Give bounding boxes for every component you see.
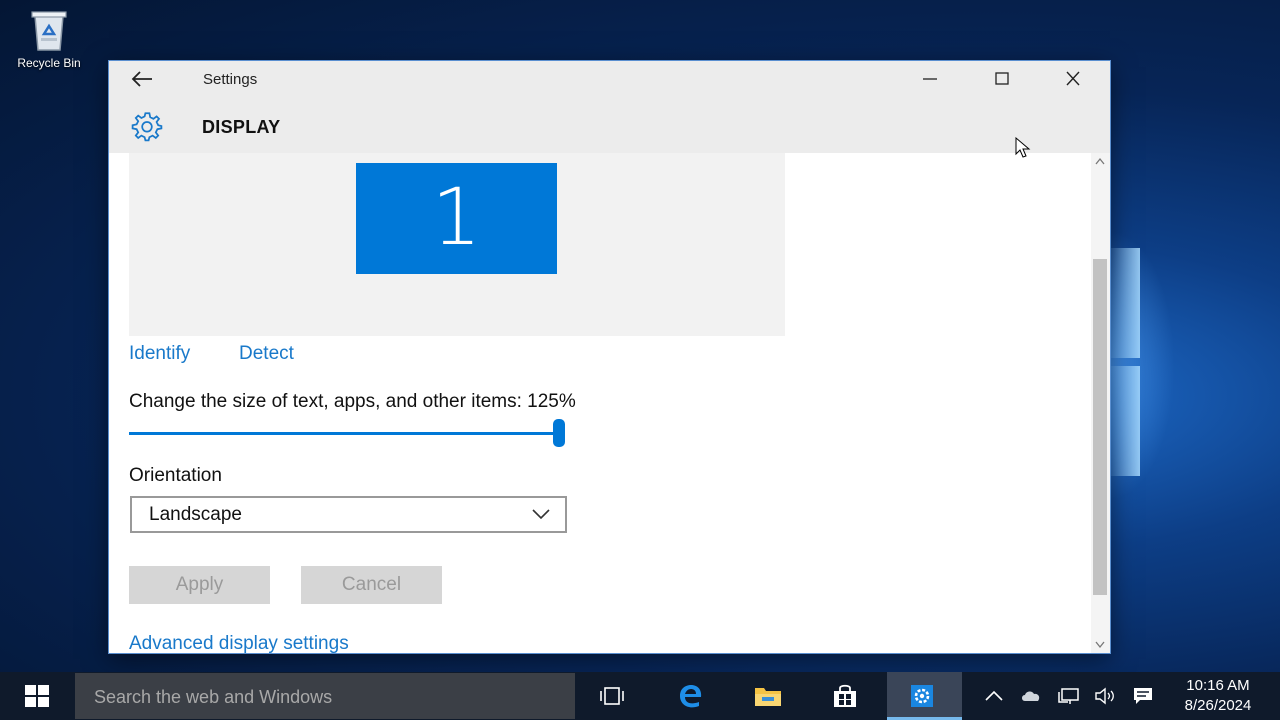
cancel-button[interactable]: Cancel	[301, 566, 442, 604]
window-title: Settings	[203, 71, 258, 88]
settings-window: Settings DISPLAY 1 Identify Detect Chang…	[109, 61, 1110, 653]
gear-icon	[127, 110, 167, 142]
apply-button[interactable]: Apply	[129, 566, 270, 604]
task-view-button[interactable]	[577, 672, 647, 720]
orientation-label: Orientation	[129, 465, 222, 486]
edge-button[interactable]	[656, 672, 726, 720]
clock-date: 8/26/2024	[1184, 697, 1252, 714]
show-hidden-icons-button[interactable]	[983, 672, 1007, 720]
network-button[interactable]	[1058, 672, 1084, 720]
close-icon	[1066, 71, 1080, 86]
store-icon	[834, 684, 856, 707]
scroll-up-icon[interactable]	[1094, 156, 1106, 166]
task-view-icon	[600, 687, 624, 705]
scale-label: Change the size of text, apps, and other…	[129, 391, 576, 412]
monitor-arrangement-area: 1	[129, 153, 785, 336]
chevron-down-icon	[532, 509, 550, 520]
page-header: DISPLAY	[109, 97, 1110, 153]
wallpaper-beam-bottom	[1110, 366, 1140, 476]
maximize-icon	[995, 72, 1009, 85]
action-center-icon	[1134, 688, 1152, 704]
close-button[interactable]	[1050, 61, 1096, 97]
back-arrow-icon	[131, 71, 152, 87]
edge-icon	[680, 685, 702, 708]
recycle-bin-icon	[27, 6, 71, 52]
page-title: DISPLAY	[202, 117, 281, 137]
search-box[interactable]: Search the web and Windows	[75, 673, 575, 719]
store-button[interactable]	[810, 672, 880, 720]
scrollbar-thumb[interactable]	[1093, 259, 1107, 595]
clock-time: 10:16 AM	[1186, 677, 1250, 694]
start-button[interactable]	[0, 672, 74, 720]
taskbar: Search the web and Windows 10:16 AM 8/26…	[0, 672, 1280, 720]
back-button[interactable]	[131, 67, 159, 91]
network-icon	[1058, 688, 1079, 704]
maximize-button[interactable]	[979, 61, 1025, 97]
minimize-icon	[923, 78, 937, 80]
detect-link[interactable]: Detect	[239, 343, 294, 365]
recycle-bin-shortcut[interactable]: Recycle Bin	[8, 6, 90, 70]
monitor-tile[interactable]: 1	[356, 163, 557, 274]
scale-slider-track[interactable]	[129, 432, 560, 435]
scale-slider-thumb[interactable]	[553, 419, 565, 447]
orientation-value: Landscape	[149, 504, 242, 525]
search-placeholder: Search the web and Windows	[94, 687, 333, 707]
display-settings-content: 1 Identify Detect Change the size of tex…	[109, 153, 1110, 653]
settings-icon	[911, 685, 933, 707]
onedrive-button[interactable]	[1020, 672, 1046, 720]
settings-taskbar-button[interactable]	[887, 672, 962, 720]
volume-icon	[1095, 687, 1114, 705]
file-explorer-button[interactable]	[733, 672, 803, 720]
advanced-display-settings-link[interactable]: Advanced display settings	[129, 633, 349, 653]
chevron-up-icon	[985, 690, 1003, 701]
windows-logo-icon	[25, 685, 49, 707]
minimize-button[interactable]	[907, 61, 953, 97]
clock[interactable]: 10:16 AM 8/26/2024	[1168, 676, 1268, 716]
action-center-button[interactable]	[1132, 672, 1158, 720]
title-bar: Settings	[109, 61, 1110, 97]
scroll-down-icon[interactable]	[1094, 640, 1106, 650]
recycle-bin-label: Recycle Bin	[17, 56, 81, 70]
identify-link[interactable]: Identify	[129, 343, 190, 365]
volume-button[interactable]	[1094, 672, 1120, 720]
file-explorer-icon	[755, 688, 781, 706]
mouse-pointer-icon	[1015, 137, 1031, 158]
wallpaper-beam-top	[1110, 248, 1140, 358]
orientation-dropdown[interactable]: Landscape	[130, 496, 567, 533]
cloud-icon	[1022, 691, 1040, 701]
